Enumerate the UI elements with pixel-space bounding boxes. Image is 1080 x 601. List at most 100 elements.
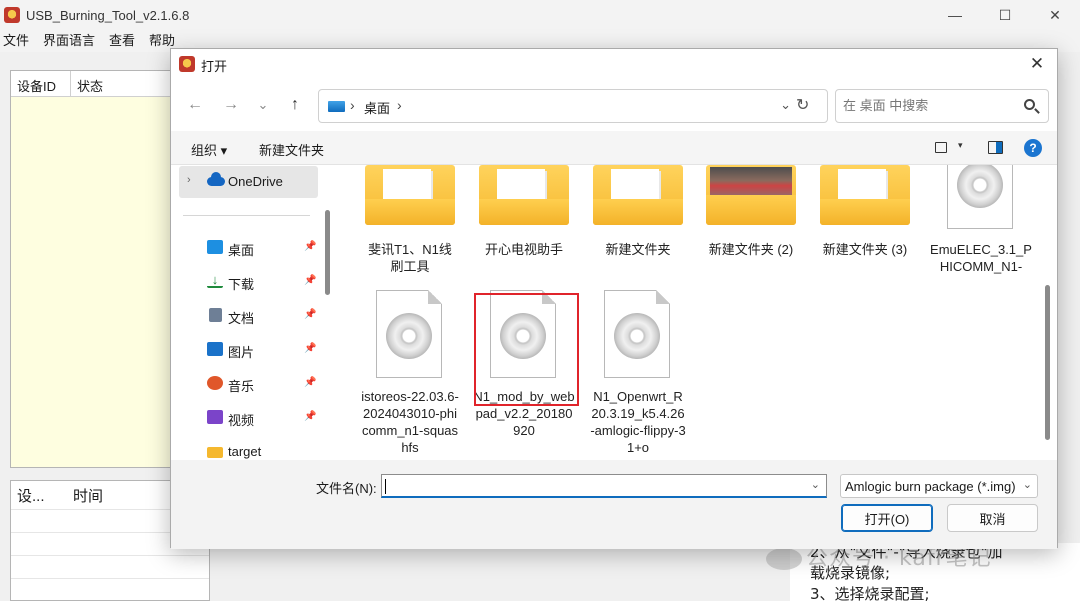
nav-item-downloads[interactable]: ↓ 下载 📌 xyxy=(171,268,321,296)
pin-icon[interactable]: 📌 xyxy=(304,377,316,388)
file-type-value[interactable]: Amlogic burn package (*.img) xyxy=(845,479,1021,494)
dialog-toolbar: 组织 ▾ 新建文件夹 ▾ ? xyxy=(171,131,1057,165)
back-button[interactable]: ← xyxy=(183,93,207,117)
filename-combobox[interactable]: ⌄ xyxy=(381,474,827,498)
forward-button[interactable]: → xyxy=(219,93,243,117)
open-button[interactable]: 打开(O) xyxy=(841,504,933,532)
file-type-filter[interactable]: Amlogic burn package (*.img) ⌄ xyxy=(840,474,1038,498)
cancel-button[interactable]: 取消 xyxy=(947,504,1038,532)
pin-icon[interactable]: 📌 xyxy=(304,275,316,286)
file-item[interactable]: 新建文件夹 (3) xyxy=(813,165,917,258)
nav-item-onedrive[interactable]: › OneDrive xyxy=(179,166,318,198)
new-folder-button[interactable]: 新建文件夹 xyxy=(259,140,324,159)
minimize-button[interactable]: — xyxy=(930,0,980,30)
file-item[interactable]: 开心电视助手 xyxy=(472,165,576,258)
filename-label: 文件名(N): xyxy=(316,481,377,496)
address-separator[interactable]: › xyxy=(350,97,355,113)
search-icon[interactable] xyxy=(1024,99,1035,110)
search-input[interactable] xyxy=(843,98,1013,113)
preview-pane-icon[interactable] xyxy=(988,141,1003,154)
help-icon[interactable]: ? xyxy=(1024,139,1042,157)
file-item-label: N1_Openwrt_R20.3.19_k5.4.26-amlogic-flip… xyxy=(590,389,686,455)
pin-icon[interactable]: 📌 xyxy=(304,309,316,320)
annotation-highlight-box xyxy=(474,293,579,406)
nav-item-target[interactable]: target xyxy=(171,438,321,460)
file-item[interactable]: istoreos-22.03.6-2024043010-phicomm_n1-s… xyxy=(358,290,462,456)
pin-icon[interactable]: 📌 xyxy=(304,241,316,252)
folder-icon xyxy=(586,165,690,265)
app-menubar: 文件 界面语言 查看 帮助 xyxy=(0,30,175,50)
address-location[interactable]: 桌面 xyxy=(364,98,390,117)
refresh-button[interactable]: ↻ xyxy=(796,95,809,115)
open-dialog: 打开 ✕ ← → ⌄ ↑ › 桌面 › ⌄ ↻ 组织 ▾ 新建文件夹 ▾ ? › xyxy=(170,48,1058,549)
close-app-button[interactable]: ✕ xyxy=(1030,0,1080,30)
pictures-icon xyxy=(207,342,223,356)
window-controls: — ☐ ✕ xyxy=(930,0,1080,30)
view-options-dropdown[interactable]: ▾ xyxy=(958,140,963,151)
menu-help[interactable]: 帮助 xyxy=(149,30,175,50)
maximize-button[interactable]: ☐ xyxy=(980,0,1030,30)
disc-image-icon xyxy=(929,165,1033,265)
nav-item-desktop[interactable]: 桌面 📌 xyxy=(171,234,321,262)
view-options-icon[interactable] xyxy=(935,142,947,153)
app-logo-icon xyxy=(4,7,20,23)
organize-menu[interactable]: 组织 ▾ xyxy=(191,140,227,159)
up-button[interactable]: ↑ xyxy=(283,93,307,117)
file-item[interactable]: 斐讯T1、N1线刷工具 xyxy=(358,165,462,275)
nav-item-pictures[interactable]: 图片 📌 xyxy=(171,336,321,364)
documents-icon xyxy=(209,308,222,322)
address-bar[interactable]: › 桌面 › ⌄ xyxy=(318,89,828,123)
bottom-area: 文件名(N): ⌄ Amlogic burn package (*.img) ⌄… xyxy=(171,460,1057,549)
nav-item-label: target xyxy=(228,444,262,459)
text-cursor xyxy=(385,479,386,494)
nav-item-label: OneDrive xyxy=(228,174,283,189)
file-pane-scrollbar[interactable] xyxy=(1043,165,1051,460)
videos-icon xyxy=(207,410,223,424)
search-box[interactable] xyxy=(835,89,1049,123)
nav-pane-scrollbar[interactable] xyxy=(324,210,330,460)
file-type-dropdown-icon[interactable]: ⌄ xyxy=(1023,478,1032,491)
nav-item-label: 桌面 xyxy=(228,243,255,258)
app-titlebar: USB_Burning_Tool_v2.1.6.8 — ☐ ✕ xyxy=(0,0,1080,30)
dialog-title: 打开 xyxy=(201,59,228,74)
filename-dropdown-icon[interactable]: ⌄ xyxy=(811,478,820,491)
folder-icon xyxy=(813,165,917,265)
nav-item-label: 图片 xyxy=(228,345,255,360)
column-device-id[interactable]: 设备ID xyxy=(11,71,71,96)
nav-item-label: 文档 xyxy=(228,311,255,326)
nav-item-videos[interactable]: 视频 📌 xyxy=(171,404,321,432)
nav-item-music[interactable]: 音乐 📌 xyxy=(171,370,321,398)
dialog-close-button[interactable]: ✕ xyxy=(1017,49,1057,79)
nav-pane-scroll-thumb[interactable] xyxy=(325,210,330,295)
menu-file[interactable]: 文件 xyxy=(3,30,29,50)
menu-language[interactable]: 界面语言 xyxy=(43,30,95,50)
file-item[interactable]: 新建文件夹 xyxy=(586,165,690,258)
file-item[interactable]: EmuELEC_3.1_PHICOMM_N1- xyxy=(929,165,1033,275)
file-item[interactable]: N1_Openwrt_R20.3.19_k5.4.26-amlogic-flip… xyxy=(586,290,690,456)
article-line-3: 3、选择烧录配置; xyxy=(810,585,930,601)
nav-item-label: 下载 xyxy=(228,277,255,292)
recent-locations-button[interactable]: ⌄ xyxy=(251,93,275,117)
disc-image-icon xyxy=(586,290,690,390)
menu-view[interactable]: 查看 xyxy=(109,30,135,50)
file-item[interactable]: 新建文件夹 (2) xyxy=(699,165,803,258)
nav-item-label: 音乐 xyxy=(228,379,255,394)
navigation-bar: ← → ⌄ ↑ › 桌面 › ⌄ ↻ xyxy=(171,79,1057,131)
filename-input[interactable] xyxy=(388,478,788,493)
nav-divider xyxy=(183,215,310,216)
dialog-titlebar: 打开 ✕ xyxy=(171,49,1057,79)
pin-icon[interactable]: 📌 xyxy=(304,343,316,354)
column-device[interactable]: 设... xyxy=(11,481,67,509)
expand-chevron-icon[interactable]: › xyxy=(187,174,191,186)
pin-icon[interactable]: 📌 xyxy=(304,411,316,422)
file-pane-scroll-thumb[interactable] xyxy=(1045,285,1050,440)
app-title: USB_Burning_Tool_v2.1.6.8 xyxy=(26,7,190,23)
watermark-logo-icon xyxy=(766,548,802,570)
nav-item-documents[interactable]: 文档 📌 xyxy=(171,302,321,330)
music-icon xyxy=(207,376,223,390)
column-time[interactable]: 时间 xyxy=(67,481,109,509)
dialog-app-icon xyxy=(179,56,195,72)
address-separator-2[interactable]: › xyxy=(397,97,402,113)
file-item-label: istoreos-22.03.6-2024043010-phicomm_n1-s… xyxy=(361,389,459,455)
address-history-dropdown[interactable]: ⌄ xyxy=(780,97,791,113)
